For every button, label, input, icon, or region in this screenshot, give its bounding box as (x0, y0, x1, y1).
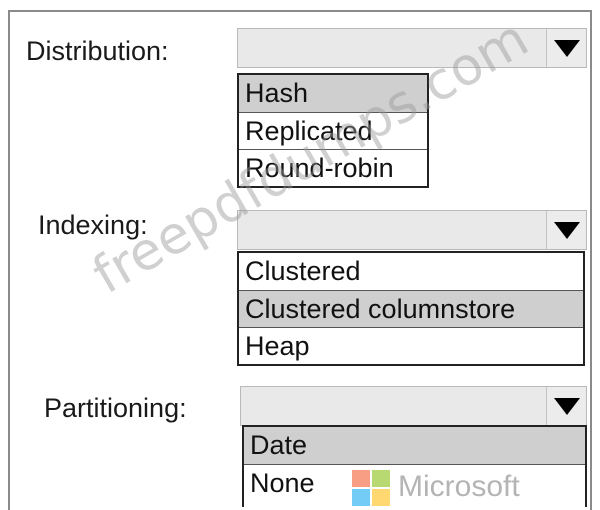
partitioning-dropdown-toggle[interactable] (546, 387, 586, 425)
indexing-option-clustered-columnstore[interactable]: Clustered columnstore (239, 290, 583, 327)
distribution-label: Distribution: (26, 36, 169, 66)
logo-square-green (372, 470, 390, 487)
logo-square-red (352, 470, 370, 487)
triangle-down-icon (553, 39, 580, 57)
indexing-option-clustered[interactable]: Clustered (239, 253, 583, 290)
partitioning-label: Partitioning: (44, 393, 187, 423)
distribution-option-replicated[interactable]: Replicated (239, 112, 427, 149)
microsoft-watermark-text: Microsoft (398, 470, 520, 503)
distribution-option-hash[interactable]: Hash (239, 75, 427, 112)
distribution-dropdown-toggle[interactable] (546, 29, 586, 67)
indexing-label: Indexing: (38, 210, 148, 240)
indexing-option-heap[interactable]: Heap (239, 327, 583, 364)
distribution-options: Hash Replicated Round-robin (237, 73, 429, 188)
distribution-option-round-robin[interactable]: Round-robin (239, 149, 427, 186)
logo-square-yellow (372, 489, 390, 506)
microsoft-logo-icon (352, 470, 390, 506)
triangle-down-icon (553, 397, 580, 415)
indexing-dropdown[interactable] (237, 210, 587, 250)
indexing-dropdown-toggle[interactable] (546, 211, 586, 249)
indexing-options: Clustered Clustered columnstore Heap (237, 251, 585, 366)
distribution-dropdown[interactable] (237, 28, 587, 68)
logo-square-blue (352, 489, 370, 506)
triangle-down-icon (553, 221, 580, 239)
partitioning-dropdown[interactable] (240, 386, 587, 426)
partitioning-option-date[interactable]: Date (244, 427, 585, 464)
